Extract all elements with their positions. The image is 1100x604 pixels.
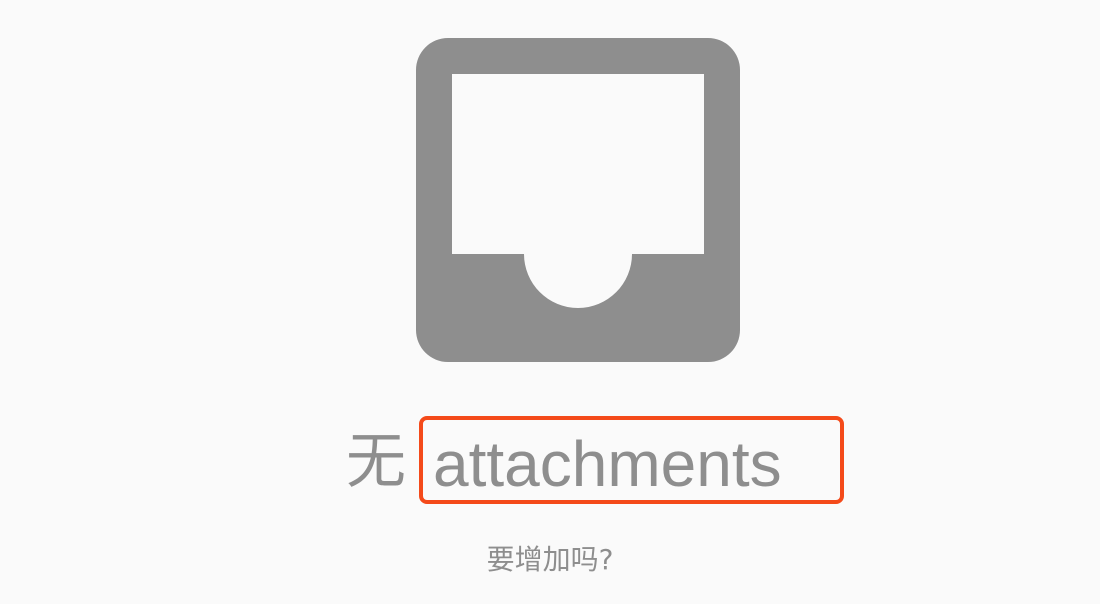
inbox-tray-icon: [416, 38, 740, 362]
empty-title: 无 attachments: [0, 412, 1100, 512]
add-prompt: 要增加吗?: [486, 543, 614, 576]
empty-title-prefix: 无: [346, 427, 406, 497]
empty-attachments-state: 无 attachments 要增加吗?: [0, 0, 1100, 604]
empty-title-word: attachments: [433, 428, 782, 500]
